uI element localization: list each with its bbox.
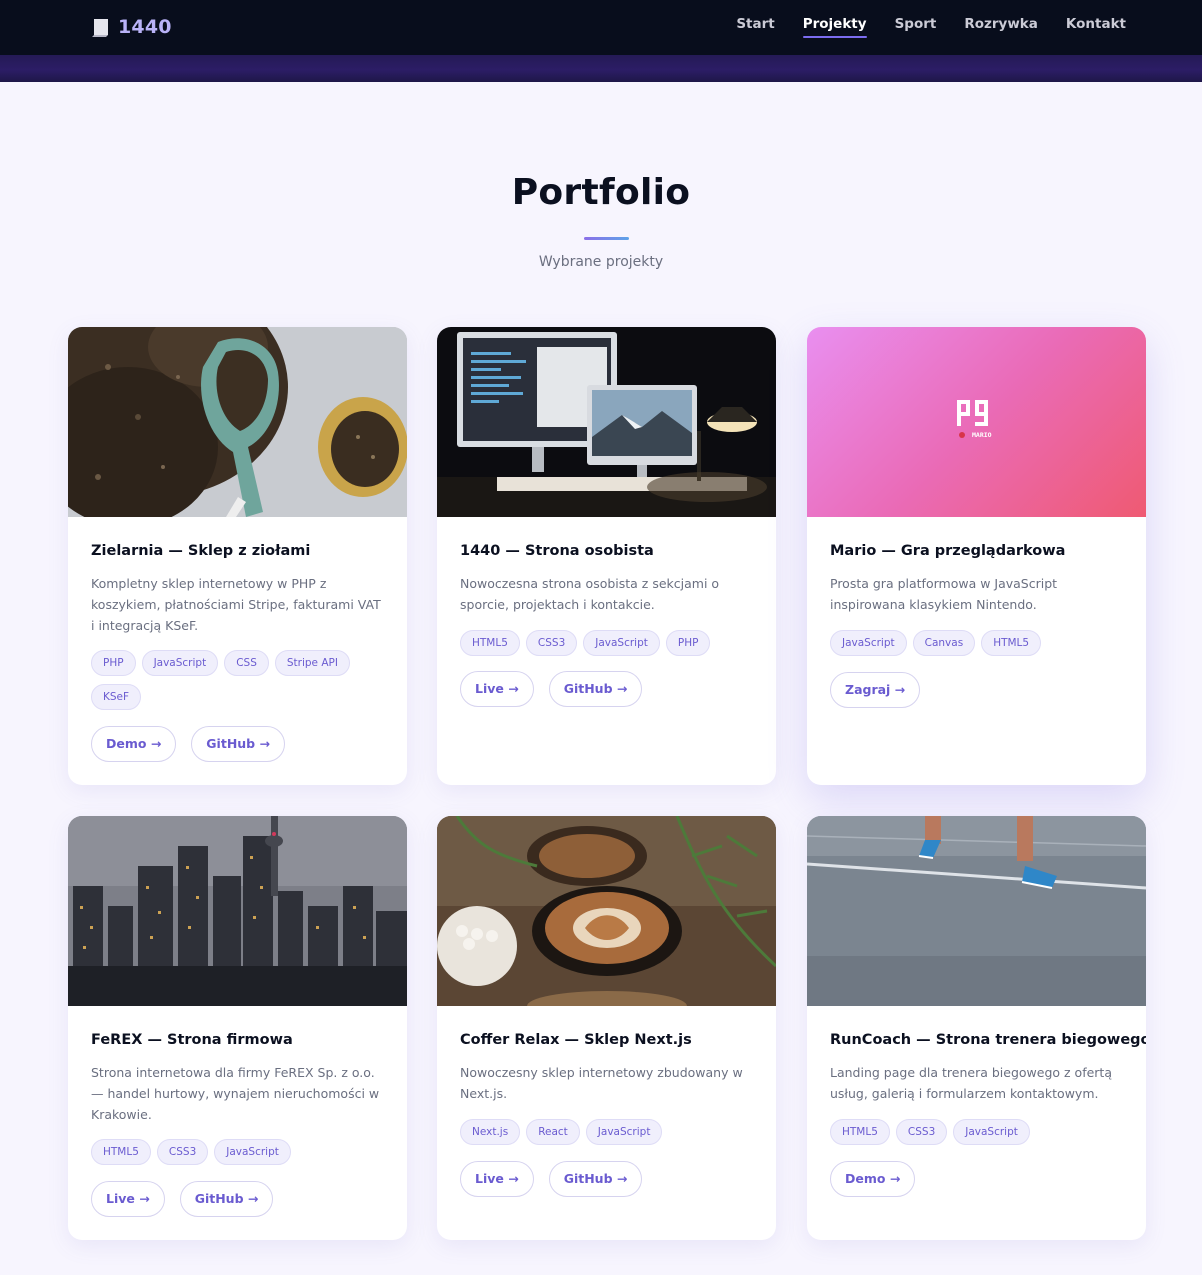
project-title: FeREX — Strona firmowa	[91, 1032, 293, 1048]
project-title: Coffer Relax — Sklep Next.js	[460, 1032, 692, 1048]
project-card: Zielarnia — Sklep z ziołami Kompletny sk…	[68, 327, 407, 785]
tag-list: PHP JavaScript CSS Stripe API KSeF	[91, 650, 367, 710]
project-image: MARIO	[807, 327, 1146, 517]
live-button[interactable]: Live →	[460, 671, 534, 707]
card-actions: Demo →	[830, 1161, 916, 1197]
page-icon	[92, 17, 110, 37]
tag-list: HTML5 CSS3 JavaScript	[91, 1139, 367, 1165]
tech-tag: JavaScript	[585, 1119, 663, 1145]
project-description: Kompletny sklep internetowy w PHP z kosz…	[91, 576, 381, 633]
project-image	[437, 327, 776, 517]
tech-tag: JavaScript	[141, 650, 219, 676]
tech-tag: HTML5	[91, 1139, 151, 1165]
tech-tag: PHP	[665, 630, 711, 656]
tag-list: Next.js React JavaScript	[460, 1119, 736, 1145]
tech-tag: React	[526, 1119, 580, 1145]
card-actions: Zagraj →	[830, 672, 921, 708]
page-title: Portfolio	[511, 172, 691, 213]
demo-button[interactable]: Demo →	[91, 726, 177, 762]
project-card: Coffer Relax — Sklep Next.js Nowoczesny …	[437, 816, 776, 1240]
tech-tag: JavaScript	[830, 630, 907, 656]
github-button[interactable]: GitHub →	[548, 671, 643, 707]
tag-list: HTML5 CSS3 JavaScript PHP	[460, 630, 736, 656]
tech-tag: JavaScript	[953, 1119, 1030, 1145]
nav-projekty[interactable]: Projekty	[802, 16, 867, 38]
tech-tag: HTML5	[830, 1119, 890, 1145]
live-button[interactable]: Live →	[91, 1181, 165, 1217]
tech-tag: CSS3	[156, 1139, 209, 1165]
project-title: Zielarnia — Sklep z ziołami	[91, 543, 311, 559]
top-navbar: 1440 Start Projekty Sport Rozrywka Konta…	[0, 0, 1202, 55]
project-title: 1440 — Strona osobista	[460, 543, 654, 559]
project-description: Prosta gra platformowa w JavaScript insp…	[830, 576, 1058, 612]
nav-rozrywka[interactable]: Rozrywka	[964, 16, 1038, 38]
project-description: Nowoczesny sklep internetowy zbudowany w…	[460, 1065, 743, 1101]
hero-band	[0, 55, 1202, 82]
demo-button[interactable]: Demo →	[830, 1161, 916, 1197]
title-underline	[584, 237, 629, 240]
tech-tag: KSeF	[91, 684, 142, 710]
project-description: Landing page dla trenera biegowego z ofe…	[830, 1065, 1112, 1101]
tech-tag: Stripe API	[274, 650, 350, 676]
github-button[interactable]: GitHub →	[191, 726, 285, 762]
project-card: MARIO Mario — Gra przeglądarkowa Prosta …	[807, 327, 1146, 785]
github-button[interactable]: GitHub →	[179, 1181, 274, 1217]
project-image	[807, 816, 1146, 1006]
tech-tag: CSS3	[895, 1119, 948, 1145]
tech-tag: HTML5	[460, 630, 520, 656]
play-button[interactable]: Zagraj →	[830, 672, 921, 708]
tag-list: HTML5 CSS3 JavaScript	[830, 1119, 1106, 1145]
nav-kontakt[interactable]: Kontakt	[1066, 16, 1126, 38]
card-actions: Live → GitHub →	[91, 1181, 274, 1217]
card-actions: Demo → GitHub →	[91, 726, 285, 762]
tech-tag: PHP	[91, 650, 136, 676]
project-title: RunCoach — Strona trenera biegowego	[830, 1032, 1146, 1048]
tag-list: JavaScript Canvas HTML5	[830, 630, 1106, 656]
tech-tag: JavaScript	[214, 1139, 291, 1165]
project-title: Mario — Gra przeglądarkowa	[830, 543, 1066, 559]
project-description: Strona internetowa dla firmy FeREX Sp. z…	[91, 1065, 380, 1122]
tech-tag: JavaScript	[583, 630, 660, 656]
project-card: RunCoach — Strona trenera biegowego Land…	[807, 816, 1146, 1240]
mario-label: MARIO	[972, 431, 992, 439]
tech-tag: Canvas	[912, 630, 976, 656]
brand-link[interactable]: 1440	[92, 14, 172, 40]
project-card: 1440 — Strona osobista Nowoczesna strona…	[437, 327, 776, 785]
project-image	[68, 816, 407, 1006]
card-actions: Live → GitHub →	[460, 671, 643, 707]
live-button[interactable]: Live →	[460, 1161, 534, 1197]
card-actions: Live → GitHub →	[460, 1161, 643, 1197]
project-image	[437, 816, 776, 1006]
nav-start[interactable]: Start	[736, 16, 774, 38]
brand-name: 1440	[118, 16, 172, 38]
tech-tag: Next.js	[460, 1119, 521, 1145]
tech-tag: CSS3	[525, 630, 578, 656]
tech-tag: HTML5	[981, 630, 1042, 656]
project-card: FeREX — Strona firmowa Strona internetow…	[68, 816, 407, 1240]
project-image	[68, 327, 407, 517]
main-nav: Start Projekty Sport Rozrywka Kontakt	[736, 16, 1126, 38]
nav-sport[interactable]: Sport	[895, 16, 937, 38]
page-subtitle: Wybrane projekty	[538, 254, 664, 270]
github-button[interactable]: GitHub →	[548, 1161, 643, 1197]
project-description: Nowoczesna strona osobista z sekcjami o …	[460, 576, 720, 612]
tech-tag: CSS	[224, 650, 269, 676]
mario-logo-icon	[957, 400, 988, 438]
